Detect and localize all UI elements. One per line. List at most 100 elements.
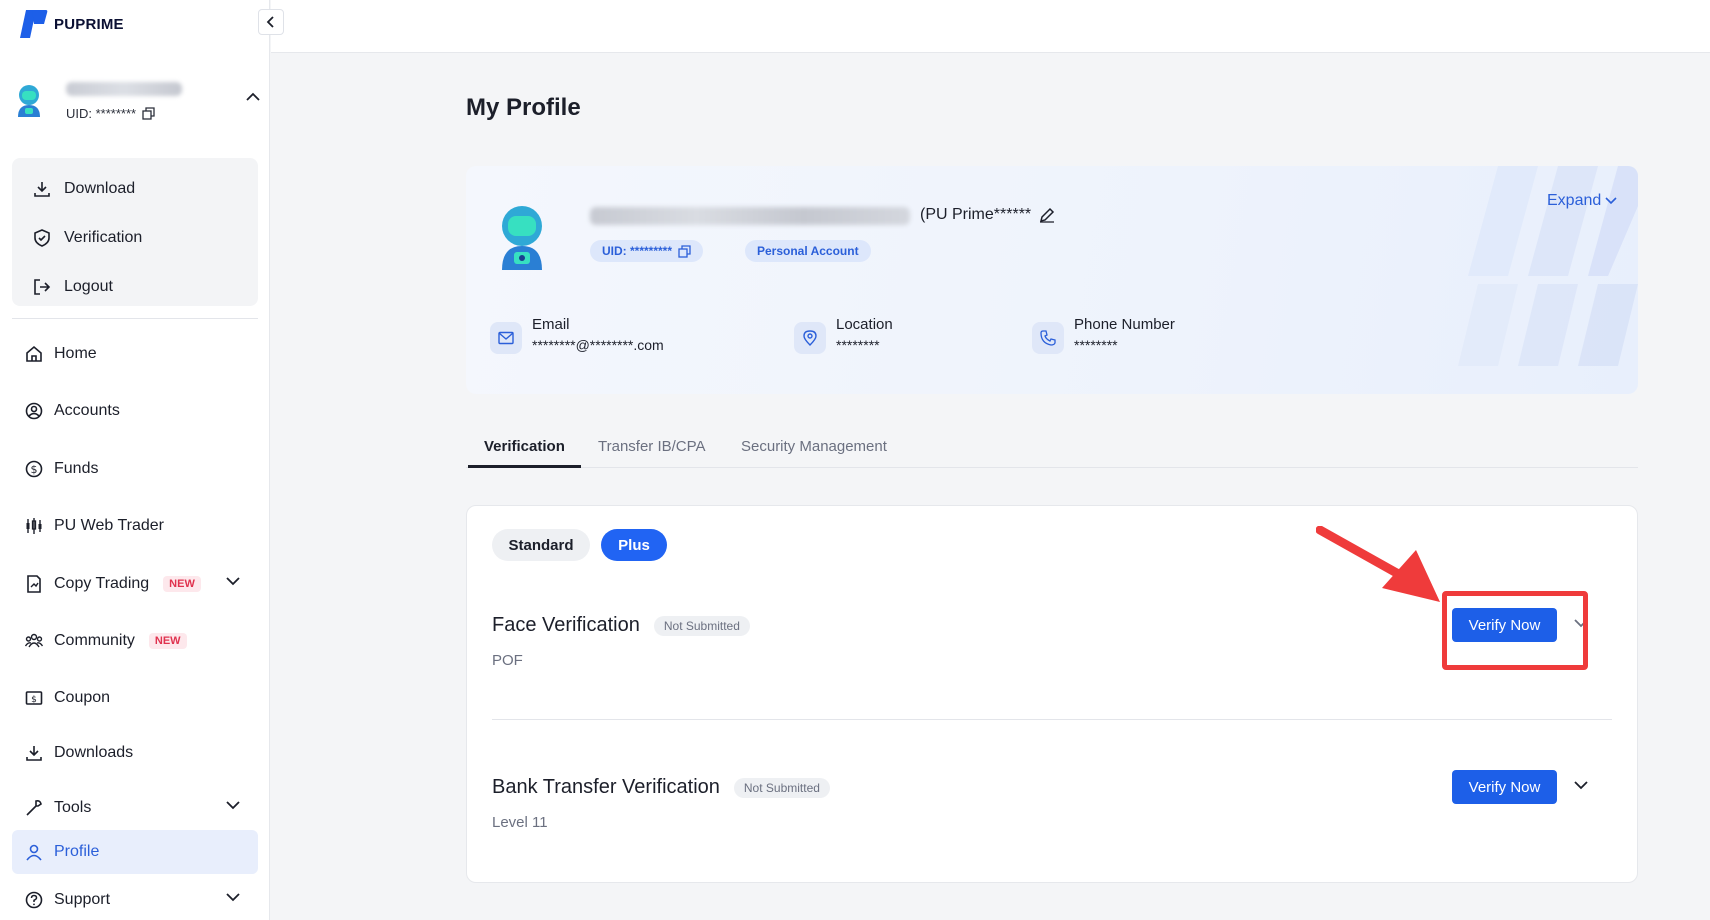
sidebar: PUPRIME UID: ******** Download Verificat… [0,0,284,920]
sidebar-collapse-button[interactable] [258,9,284,35]
download-icon [32,179,52,199]
sidebar-divider [12,318,258,319]
shield-check-icon [32,228,52,248]
chevron-up-icon[interactable] [246,92,260,102]
uid-chip: UID: ********* [590,240,704,262]
uid-chip-text: UID: ********* [602,244,673,258]
quick-item-label: Download [64,179,136,197]
sidebar-item-tools[interactable]: Tools [12,786,258,830]
chevron-down-icon[interactable] [226,800,240,810]
sidebar-item-copy-trading[interactable]: Copy Trading NEW [12,562,258,606]
annotation-arrow-icon [1316,526,1440,602]
quick-item-label: Logout [64,277,113,295]
location-info: Location ******** [794,316,893,354]
annotation-highlight-box [1442,591,1588,670]
user-icon [24,842,44,862]
copy-icon[interactable] [678,244,691,258]
user-circle-icon [24,401,44,421]
sidebar-item-community[interactable]: Community NEW [12,619,258,663]
page-title: My Profile [466,94,581,121]
new-badge: NEW [148,633,187,649]
level-standard-button[interactable]: Standard [492,529,590,561]
face-verification-title: Face Verification Not Submitted [492,614,750,637]
user-quick-menu: Download Verification Logout [12,158,258,306]
sidebar-item-label: Downloads [54,744,134,761]
home-icon [24,344,44,364]
tab-verification[interactable]: Verification [484,438,565,455]
sidebar-item-home[interactable]: Home [12,332,258,376]
sidebar-item-coupon[interactable]: $ Coupon [12,676,258,720]
email-value: ********@********.com [532,337,664,353]
tab-underline [468,465,581,468]
quick-item-label: Verification [64,228,143,246]
chevron-down-icon[interactable] [226,892,240,902]
chevron-down-icon[interactable] [1574,780,1588,790]
top-bar [271,0,1710,53]
coupon-icon: $ [24,688,44,708]
email-info: Email ********@********.com [490,316,664,354]
sidebar-item-label: Support [54,891,111,908]
user-summary[interactable]: UID: ******** [10,80,260,126]
logout-icon [32,277,52,297]
level-plus-button[interactable]: Plus [601,529,667,561]
puprime-logo-icon [20,10,48,38]
bank-verification-title: Bank Transfer Verification Not Submitted [492,776,830,799]
profile-name-suffix: (PU Prime****** [920,206,1055,224]
edit-icon[interactable] [1039,207,1055,223]
svg-text:$: $ [31,695,37,705]
verification-title-text: Face Verification [492,614,640,636]
sidebar-item-funds[interactable]: $ Funds [12,447,258,491]
brand-name: PUPRIME [54,15,124,33]
tab-security-management[interactable]: Security Management [741,438,887,455]
tab-transfer-ib-cpa[interactable]: Transfer IB/CPA [598,438,706,455]
phone-value: ******** [1074,337,1118,353]
copy-icon[interactable] [142,107,155,120]
phone-icon [1032,322,1064,354]
sidebar-item-label: Community [54,632,135,649]
profile-name-redacted [590,207,910,225]
wrench-icon [24,798,44,818]
profile-avatar [502,206,542,270]
sidebar-item-label: Funds [54,460,99,477]
sidebar-item-support[interactable]: Support [12,878,258,920]
brand-logo[interactable]: PUPRIME [14,8,124,40]
chevron-left-icon [266,16,274,28]
sidebar-item-label: Profile [54,843,100,860]
profile-card: (PU Prime****** UID: ********* Personal … [466,166,1638,394]
user-uid: UID: ******** [66,106,155,121]
phone-info: Phone Number ******** [1032,316,1175,354]
quick-item-download[interactable]: Download [12,164,258,213]
svg-text:$: $ [31,463,38,476]
sidebar-item-pu-web-trader[interactable]: PU Web Trader [12,504,258,548]
download-icon [24,743,44,763]
expand-button[interactable]: Expand [1547,192,1617,210]
sidebar-item-accounts[interactable]: Accounts [12,389,258,433]
avatar [18,85,40,117]
sidebar-item-label: Coupon [54,689,111,706]
new-badge: NEW [163,576,201,592]
community-icon [24,631,44,651]
account-type-chip: Personal Account [745,240,871,262]
quick-item-verification[interactable]: Verification [12,213,258,262]
location-pin-icon [794,322,826,354]
quick-item-logout[interactable]: Logout [12,262,258,311]
sidebar-item-downloads[interactable]: Downloads [12,731,258,775]
expand-label: Expand [1547,192,1602,209]
row-divider [492,719,1612,720]
verification-subtitle: Level 11 [492,814,548,831]
location-value: ******** [836,337,880,353]
chevron-down-icon [1605,197,1617,205]
chevron-down-icon[interactable] [226,576,240,586]
sidebar-item-label: Accounts [54,402,120,419]
bank-verify-now-button[interactable]: Verify Now [1452,770,1557,804]
sidebar-item-label: PU Web Trader [54,517,164,534]
profile-tabs: Verification Transfer IB/CPA Security Ma… [466,420,1638,468]
verification-card: Standard Plus Face Verification Not Subm… [466,505,1638,883]
email-label: Email [532,316,570,333]
help-circle-icon [24,890,44,910]
status-badge: Not Submitted [653,615,750,636]
sidebar-item-profile[interactable]: Profile [12,830,258,874]
user-name-redacted [66,82,182,96]
mail-icon [490,322,522,354]
profile-name-text: (PU Prime****** [920,206,1032,223]
